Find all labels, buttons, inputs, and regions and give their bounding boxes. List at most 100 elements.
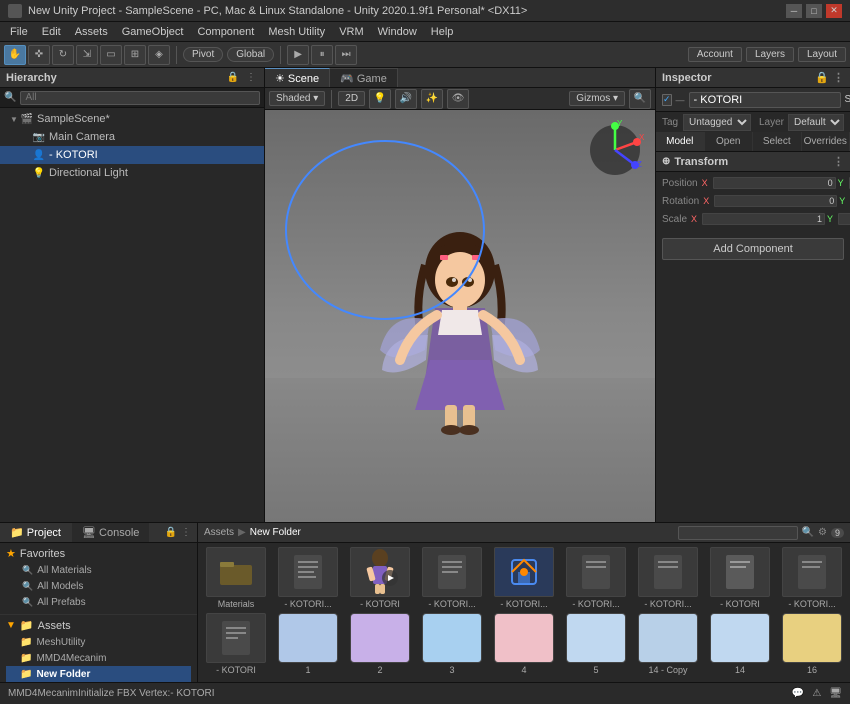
tree-meshutility[interactable]: 📁 MeshUtility <box>6 634 191 650</box>
pivot-button[interactable]: Pivot <box>183 47 223 62</box>
2d-button[interactable]: 2D <box>338 91 365 106</box>
scene-search-btn[interactable]: 🔍 <box>629 89 651 109</box>
pos-x-input[interactable] <box>713 177 836 189</box>
asset-color-2[interactable]: 2 <box>346 613 414 675</box>
transform-tool[interactable]: ⊞ <box>124 45 146 65</box>
tree-item-maincamera[interactable]: 📷 Main Camera <box>0 128 264 146</box>
breadcrumb-newfolder[interactable]: New Folder <box>250 527 301 538</box>
asset-kotori-model[interactable]: - KOTORI <box>346 547 414 609</box>
menu-gameobject[interactable]: GameObject <box>116 24 190 40</box>
account-button[interactable]: Account <box>688 47 742 62</box>
window-controls[interactable]: ─ □ ✕ <box>786 4 842 18</box>
global-button[interactable]: Global <box>227 47 274 62</box>
asset-color-3[interactable]: 3 <box>418 613 486 675</box>
layer-select[interactable]: Default <box>788 114 844 131</box>
fav-all-prefabs[interactable]: 🔍 All Prefabs <box>22 594 191 610</box>
layers-button[interactable]: Layers <box>746 47 794 62</box>
rotate-tool[interactable]: ↻ <box>52 45 74 65</box>
scale-tool[interactable]: ⇲ <box>76 45 98 65</box>
tree-mmd4mecanim[interactable]: 📁 MMD4Mecanim <box>6 650 191 666</box>
transform-dots[interactable]: ⋮ <box>833 155 844 168</box>
scene-effect-btn[interactable]: ✨ <box>421 89 443 109</box>
asset-color-1[interactable]: 1 <box>274 613 342 675</box>
close-button[interactable]: ✕ <box>826 4 842 18</box>
transform-component-header[interactable]: ⊕ Transform ⋮ <box>656 152 850 172</box>
fav-all-models[interactable]: 🔍 All Models <box>22 578 191 594</box>
play-button[interactable]: ▶ <box>287 45 309 65</box>
custom-tool[interactable]: ◈ <box>148 45 170 65</box>
asset-kotori-package[interactable]: - KOTORI... <box>490 547 558 609</box>
menu-help[interactable]: Help <box>425 24 460 40</box>
inspector-menu[interactable]: ⋮ <box>833 71 844 84</box>
menu-vrm[interactable]: VRM <box>333 24 369 40</box>
step-button[interactable]: ⏭ <box>335 45 357 65</box>
asset-kotori-doc5[interactable]: - KOTORI <box>706 547 774 609</box>
rot-x-input[interactable] <box>714 195 837 207</box>
asset-color-16[interactable]: 16 <box>778 613 846 675</box>
rect-tool[interactable]: ▭ <box>100 45 122 65</box>
bottom-lock-icon[interactable]: 🔒 <box>165 527 177 538</box>
asset-color-14copy[interactable]: 14 - Copy <box>634 613 702 675</box>
asset-color-5[interactable]: 5 <box>562 613 630 675</box>
move-tool[interactable]: ✜ <box>28 45 50 65</box>
maximize-button[interactable]: □ <box>806 4 822 18</box>
inspector-lock[interactable]: 🔒 <box>815 71 829 84</box>
hierarchy-search-input[interactable] <box>20 91 260 105</box>
scene-audio-btn[interactable]: 🔊 <box>395 89 417 109</box>
shaded-button[interactable]: Shaded ▾ <box>269 91 325 106</box>
menu-component[interactable]: Component <box>191 24 260 40</box>
tag-select[interactable]: Untagged <box>683 114 751 131</box>
tree-newfolder[interactable]: 📁 New Folder <box>6 666 191 682</box>
asset-kotori-doc6[interactable]: - KOTORI... <box>778 547 846 609</box>
kotori-doc2-thumb <box>422 547 482 597</box>
scl-x-input[interactable] <box>702 213 825 225</box>
asset-color-14[interactable]: 14 <box>706 613 774 675</box>
project-search-input[interactable] <box>678 526 798 540</box>
menu-meshutility[interactable]: Mesh Utility <box>262 24 331 40</box>
tree-item-samplescene[interactable]: ▼ 🎬 SampleScene* <box>0 110 264 128</box>
asset-materials[interactable]: Materials <box>202 547 270 609</box>
menu-file[interactable]: File <box>4 24 34 40</box>
breadcrumb-assets[interactable]: Assets <box>204 527 234 538</box>
asset-color-4[interactable]: 4 <box>490 613 558 675</box>
tab-model[interactable]: Model <box>656 132 705 151</box>
bottom-menu-icon[interactable]: ⋮ <box>181 527 191 538</box>
kotori-doc3-thumb <box>566 547 626 597</box>
scl-y-input[interactable] <box>838 213 850 225</box>
asset-kotori-doc4[interactable]: - KOTORI... <box>634 547 702 609</box>
fav-all-materials[interactable]: 🔍 All Materials <box>22 562 191 578</box>
project-settings-icon[interactable]: ⚙ <box>818 527 827 538</box>
object-active-checkbox[interactable]: ✓ <box>662 94 672 106</box>
scene-view[interactable]: X Y Z <box>265 110 655 522</box>
asset-kotori-doc7[interactable]: - KOTORI <box>202 613 270 675</box>
menu-assets[interactable]: Assets <box>69 24 114 40</box>
tab-scene[interactable]: ☀ Scene <box>265 68 330 87</box>
tab-select[interactable]: Select <box>753 132 802 151</box>
tree-item-kotori[interactable]: 👤 - KOTORI <box>0 146 264 164</box>
scene-light-btn[interactable]: 💡 <box>369 89 391 109</box>
gizmos-button[interactable]: Gizmos ▾ <box>569 91 625 106</box>
hand-tool[interactable]: ✋ <box>4 45 26 65</box>
kotori-model-label: - KOTORI <box>346 599 414 609</box>
asset-kotori-doc3[interactable]: - KOTORI... <box>562 547 630 609</box>
add-component-button[interactable]: Add Component <box>662 238 844 260</box>
tab-game[interactable]: 🎮 Game <box>330 68 398 87</box>
layout-button[interactable]: Layout <box>798 47 846 62</box>
tab-project[interactable]: 📁 Project <box>0 523 72 542</box>
pause-button[interactable]: ⏸ <box>311 45 333 65</box>
tree-item-dirlight[interactable]: 💡 Directional Light <box>0 164 264 182</box>
tree-label-samplescene: SampleScene* <box>37 113 110 125</box>
minimize-button[interactable]: ─ <box>786 4 802 18</box>
asset-kotori-doc2[interactable]: - KOTORI... <box>418 547 486 609</box>
hierarchy-lock[interactable]: 🔒 <box>225 72 241 83</box>
tab-overrides[interactable]: Overrides <box>802 132 850 151</box>
pos-y-field: Y <box>838 177 850 189</box>
object-name-field[interactable] <box>689 92 841 108</box>
scene-hidden-btn[interactable]: 👁 <box>447 89 469 109</box>
asset-kotori-doc1[interactable]: - KOTORI... <box>274 547 342 609</box>
menu-window[interactable]: Window <box>372 24 423 40</box>
hierarchy-menu[interactable]: ⋮ <box>244 72 258 83</box>
tab-open[interactable]: Open <box>705 132 754 151</box>
menu-edit[interactable]: Edit <box>36 24 67 40</box>
tab-console[interactable]: 🖥 Console <box>72 523 150 542</box>
